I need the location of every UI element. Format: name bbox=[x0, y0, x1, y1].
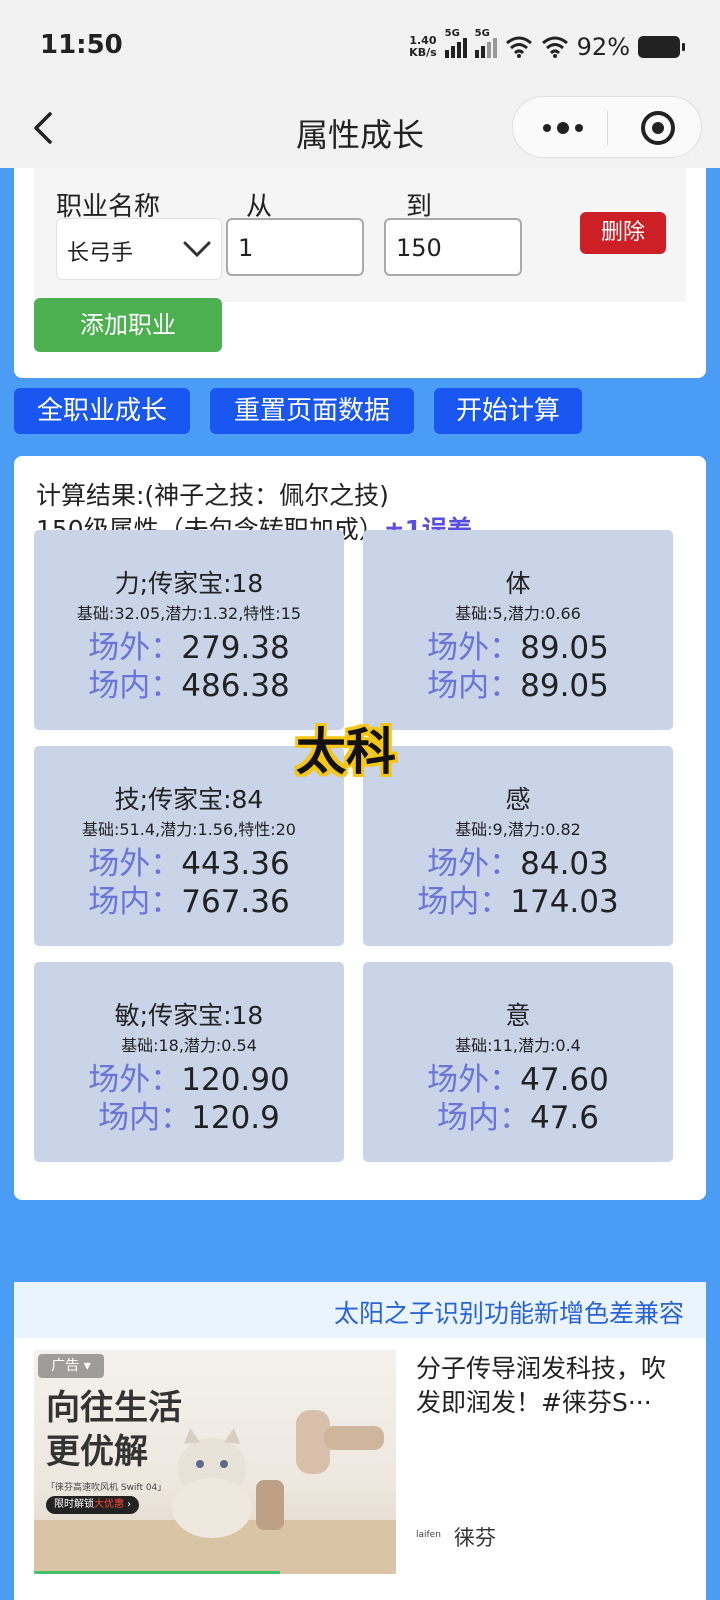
job-form-card: 职业名称 从 到 长弓手 1 150 删除 添加职业 bbox=[14, 168, 706, 378]
stat-base: 基础:32.05,潜力:1.32,特性:15 bbox=[76, 604, 302, 623]
stat-tile-will: 意 基础:11,潜力:0.4 场外：47.60 场内：47.6 bbox=[363, 962, 673, 1162]
status-icons: 1.40 KB/s 5G 5G 92% bbox=[409, 28, 685, 64]
ad-cta-pill[interactable]: 限时解锁大优惠 › bbox=[46, 1496, 140, 1514]
network-speed: 1.40 KB/s bbox=[409, 35, 436, 59]
stat-inside: 场内：120.9 bbox=[34, 1092, 344, 1137]
nav-bar: 属性成长 bbox=[0, 92, 720, 168]
inside-value: 47.6 bbox=[529, 1100, 600, 1136]
inside-label: 场内： bbox=[427, 668, 521, 704]
inside-label: 场内： bbox=[98, 1100, 192, 1136]
stat-base: 基础:18,潜力:0.54 bbox=[121, 1036, 257, 1055]
inside-label: 场内： bbox=[417, 884, 511, 920]
stat-name: 技;传家宝:84 bbox=[114, 785, 264, 814]
stat-tile-sense: 感 基础:9,潜力:0.82 场外：84.03 场内：174.03 bbox=[363, 746, 673, 946]
job-select-value: 长弓手 bbox=[67, 241, 134, 266]
inside-label: 场内： bbox=[436, 1100, 530, 1136]
inside-value: 120.9 bbox=[191, 1100, 280, 1136]
all-jobs-growth-button[interactable]: 全职业成长 bbox=[14, 388, 190, 434]
ad-cta-hot: 大优惠 bbox=[94, 1499, 124, 1510]
stat-name: 敏;传家宝:18 bbox=[114, 1001, 264, 1030]
ad-brand-logo: laifen bbox=[416, 1530, 441, 1540]
job-select[interactable]: 长弓手 bbox=[56, 218, 222, 280]
sim1-label: 5G bbox=[444, 28, 460, 39]
from-level-input[interactable]: 1 bbox=[226, 218, 364, 276]
sim2-label: 5G bbox=[474, 28, 490, 39]
inside-label: 场内： bbox=[88, 884, 182, 920]
ad-headline-1: 向往生活 bbox=[46, 1388, 182, 1428]
ad-label-text: 广告 bbox=[51, 1358, 80, 1374]
ad-image[interactable]: 广告 ▾ 向往生活 更优解 「徕芬高速吹风机 Swift 04」 限时解锁大优惠… bbox=[34, 1350, 396, 1574]
clock: 11:50 bbox=[40, 30, 123, 60]
stat-tile-agility: 敏;传家宝:18 基础:18,潜力:0.54 场外：120.90 场内：120.… bbox=[34, 962, 344, 1162]
stat-tile-vitality: 体 基础:5,潜力:0.66 场外：89.05 场内：89.05 bbox=[363, 530, 673, 730]
stat-base: 基础:11,潜力:0.4 bbox=[455, 1036, 581, 1055]
stat-name: 体 bbox=[505, 569, 531, 598]
capsule-divider bbox=[607, 111, 608, 145]
result-card: 计算结果:(神子之技：佩尔之技) 150级属性（未包含转职加成）±1误差 力;传… bbox=[14, 456, 706, 1200]
signal-icon: 5G bbox=[474, 28, 497, 58]
ad-cta-text: 限时解锁 bbox=[54, 1499, 94, 1510]
reset-page-data-button[interactable]: 重置页面数据 bbox=[210, 388, 414, 434]
delete-button[interactable]: 删除 bbox=[580, 212, 666, 254]
battery-icon bbox=[638, 36, 685, 58]
stat-name: 力;传家宝:18 bbox=[114, 569, 264, 598]
stat-base: 基础:9,潜力:0.82 bbox=[455, 820, 581, 839]
close-target-icon[interactable] bbox=[639, 109, 677, 147]
ad-banner[interactable]: 广告 ▾ 向往生活 更优解 「徕芬高速吹风机 Swift 04」 限时解锁大优惠… bbox=[14, 1338, 706, 1600]
more-dots-icon[interactable] bbox=[541, 121, 585, 135]
add-job-button[interactable]: 添加职业 bbox=[34, 298, 222, 352]
stat-inside: 场内：47.6 bbox=[363, 1092, 673, 1137]
battery-percent: 92% bbox=[576, 33, 630, 61]
stat-tile-strength: 力;传家宝:18 基础:32.05,潜力:1.32,特性:15 场外：279.3… bbox=[34, 530, 344, 730]
wifi-icon bbox=[505, 36, 532, 58]
notice-marquee[interactable]: 太阳之子识别功能新增色差兼容 bbox=[14, 1282, 706, 1338]
stat-inside: 场内：89.05 bbox=[363, 660, 673, 705]
stat-inside: 场内：174.03 bbox=[363, 876, 673, 921]
stat-inside: 场内：486.38 bbox=[34, 660, 344, 705]
ad-label[interactable]: 广告 ▾ bbox=[38, 1354, 104, 1378]
ad-product-name: 「徕芬高速吹风机 Swift 04」 bbox=[46, 1483, 167, 1493]
chevron-down-icon bbox=[183, 241, 211, 258]
stat-name: 感 bbox=[505, 785, 531, 814]
job-row: 职业名称 从 到 长弓手 1 150 删除 bbox=[34, 168, 686, 302]
notice-text: 太阳之子识别功能新增色差兼容 bbox=[334, 1299, 685, 1328]
ad-headline-2: 更优解 bbox=[46, 1432, 148, 1472]
watermark-text: 太科 bbox=[296, 723, 396, 781]
status-bar: 11:50 1.40 KB/s 5G 5G 92% bbox=[0, 0, 720, 92]
mini-program-capsule bbox=[512, 96, 702, 158]
to-level-input[interactable]: 150 bbox=[384, 218, 522, 276]
stat-base: 基础:51.4,潜力:1.56,特性:20 bbox=[82, 820, 296, 839]
wifi-icon bbox=[541, 36, 568, 58]
ad-title[interactable]: 分子传导润发科技，吹发即润发！#徕芬S··· bbox=[416, 1352, 688, 1420]
network-speed-unit: KB/s bbox=[409, 46, 437, 59]
start-calculate-button[interactable]: 开始计算 bbox=[434, 388, 582, 434]
stat-name: 意 bbox=[505, 1001, 531, 1030]
inside-label: 场内： bbox=[88, 668, 182, 704]
inside-value: 174.03 bbox=[510, 884, 619, 920]
inside-value: 486.38 bbox=[181, 668, 290, 704]
result-title: 计算结果:(神子之技：佩尔之技) bbox=[36, 481, 389, 510]
inside-value: 89.05 bbox=[520, 668, 609, 704]
stat-inside: 场内：767.36 bbox=[34, 876, 344, 921]
ad-brand-name: 徕芬 bbox=[454, 1526, 496, 1550]
signal-icon: 5G bbox=[444, 28, 467, 58]
stat-base: 基础:5,潜力:0.66 bbox=[455, 604, 581, 623]
ad-progress-bar bbox=[34, 1571, 281, 1574]
inside-value: 767.36 bbox=[181, 884, 290, 920]
